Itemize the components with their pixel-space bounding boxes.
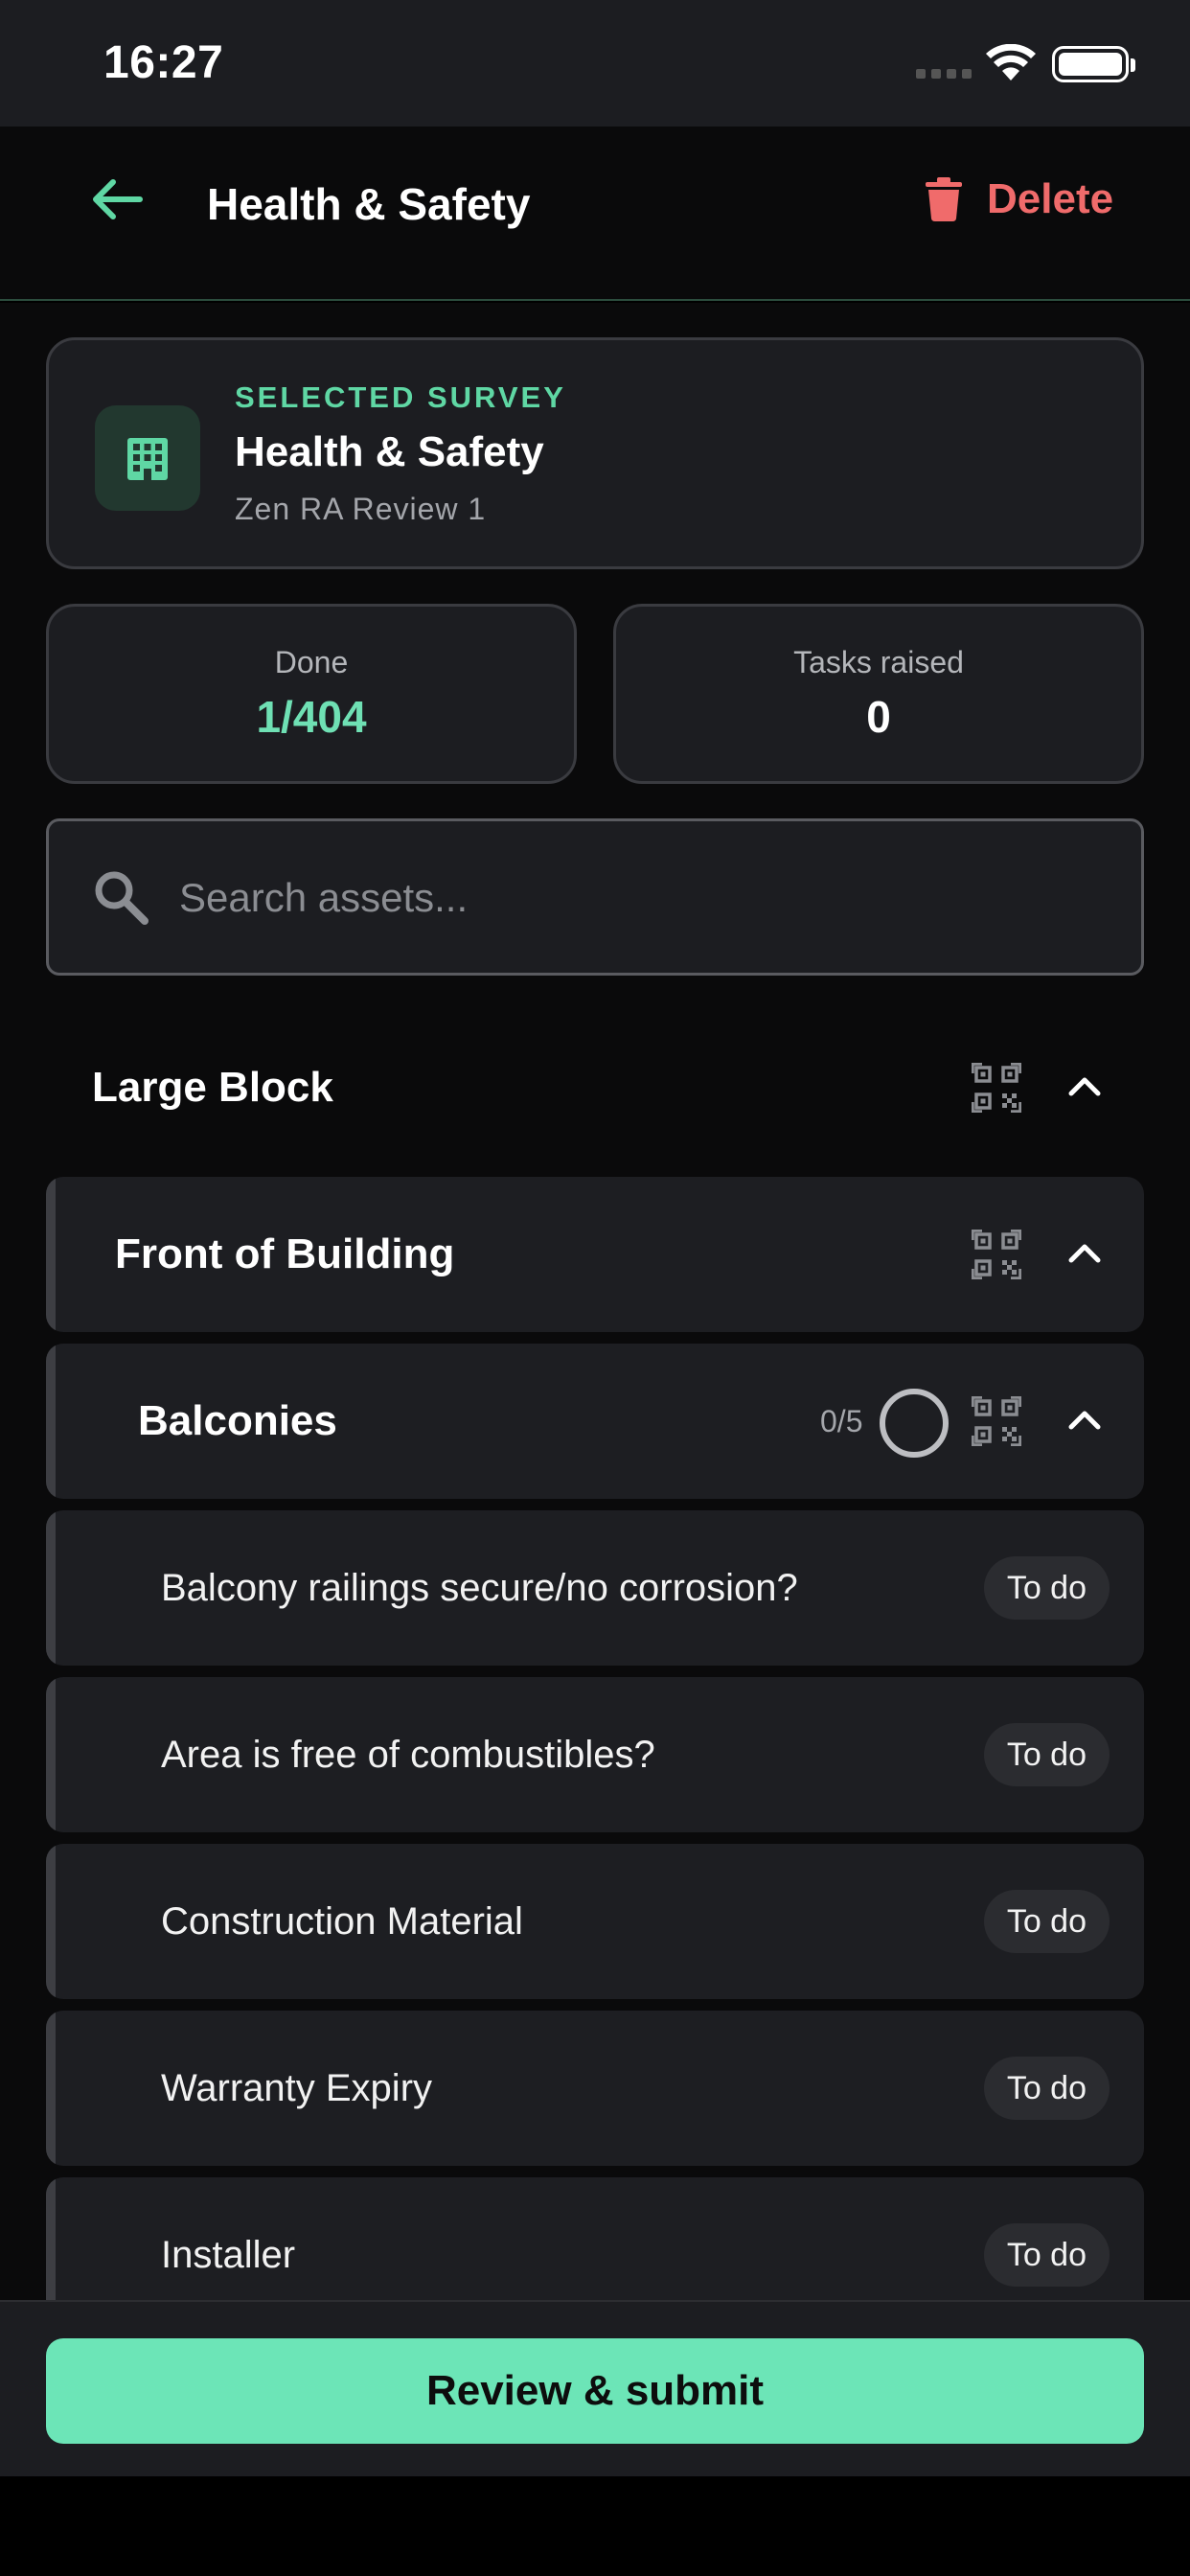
list-item[interactable]: Installer To do (46, 2177, 1144, 2300)
list-item[interactable]: Warranty Expiry To do (46, 2011, 1144, 2166)
chevron-up-icon[interactable] (1064, 1233, 1106, 1276)
row-indent-bar (46, 1344, 56, 1499)
list-item[interactable]: Balcony railings secure/no corrosion? To… (46, 1510, 1144, 1666)
chevron-up-icon[interactable] (1064, 1067, 1106, 1109)
tasks-raised-label: Tasks raised (793, 645, 964, 679)
block-title: Large Block (92, 1064, 333, 1111)
status-badge: To do (983, 1723, 1110, 1786)
done-label: Done (274, 645, 349, 679)
row-indent-bar (46, 1677, 56, 1832)
location-title: Front of Building (115, 1230, 455, 1277)
selected-survey-card: SELECTED SURVEY Health & Safety Zen RA R… (46, 337, 1144, 569)
trash-icon (926, 177, 962, 221)
back-button[interactable] (82, 165, 151, 234)
chevron-up-icon[interactable] (1064, 1400, 1106, 1442)
home-indicator-area (0, 2476, 1190, 2576)
qr-scan-icon[interactable] (972, 1063, 1021, 1113)
done-stat-card: Done 1/404 (46, 604, 577, 784)
item-label: Warranty Expiry (161, 2066, 433, 2109)
item-label: Construction Material (161, 1899, 523, 1943)
arrow-left-icon (93, 179, 143, 219)
survey-name: Health & Safety (235, 428, 544, 475)
content-area[interactable]: SELECTED SURVEY Health & Safety Zen RA R… (0, 303, 1190, 2300)
status-bar: 16:27 (0, 0, 1190, 126)
search-box (46, 818, 1144, 976)
asset-title: Balconies (138, 1397, 337, 1444)
building-icon (95, 405, 200, 511)
qr-scan-icon[interactable] (972, 1396, 1021, 1446)
block-row-large-block[interactable]: Large Block (46, 1010, 1144, 1165)
asset-progress-count: 0/5 (820, 1403, 863, 1438)
list-item[interactable]: Area is free of combustibles? To do (46, 1677, 1144, 1832)
survey-kicker: SELECTED SURVEY (235, 380, 566, 414)
status-time: 16:27 (103, 37, 224, 88)
tasks-raised-value: 0 (866, 692, 891, 742)
status-badge: To do (983, 1890, 1110, 1953)
battery-icon (1052, 46, 1135, 82)
row-indent-bar (46, 1844, 56, 1999)
search-icon (95, 871, 149, 925)
search-input[interactable] (179, 858, 1099, 938)
cellular-signal-icon (916, 69, 972, 79)
row-indent-bar (46, 1510, 56, 1666)
row-indent-bar (46, 2011, 56, 2166)
status-badge: To do (983, 2057, 1110, 2120)
qr-scan-icon[interactable] (972, 1230, 1021, 1279)
asset-row-balconies[interactable]: Balconies 0/5 (46, 1344, 1144, 1499)
delete-label: Delete (987, 175, 1114, 222)
item-label: Installer (161, 2233, 296, 2276)
item-label: Balcony railings secure/no corrosion? (161, 1566, 798, 1609)
status-badge: To do (983, 2223, 1110, 2287)
review-submit-button[interactable]: Review & submit (46, 2338, 1144, 2444)
row-indent-bar (46, 1177, 56, 1332)
survey-subtitle: Zen RA Review 1 (235, 492, 487, 526)
app-bar: Health & Safety Delete (0, 126, 1190, 301)
footer-bar: Review & submit (0, 2300, 1190, 2476)
list-item[interactable]: Construction Material To do (46, 1844, 1144, 1999)
wifi-icon (986, 44, 1036, 80)
page-title: Health & Safety (207, 179, 531, 229)
row-indent-bar (46, 2177, 56, 2300)
item-label: Area is free of combustibles? (161, 1733, 655, 1776)
tasks-raised-stat-card: Tasks raised 0 (613, 604, 1144, 784)
status-badge: To do (983, 1556, 1110, 1620)
delete-button[interactable]: Delete (926, 165, 1113, 234)
progress-ring-icon (880, 1389, 949, 1458)
done-value: 1/404 (256, 692, 367, 742)
location-row-front-of-building[interactable]: Front of Building (46, 1177, 1144, 1332)
